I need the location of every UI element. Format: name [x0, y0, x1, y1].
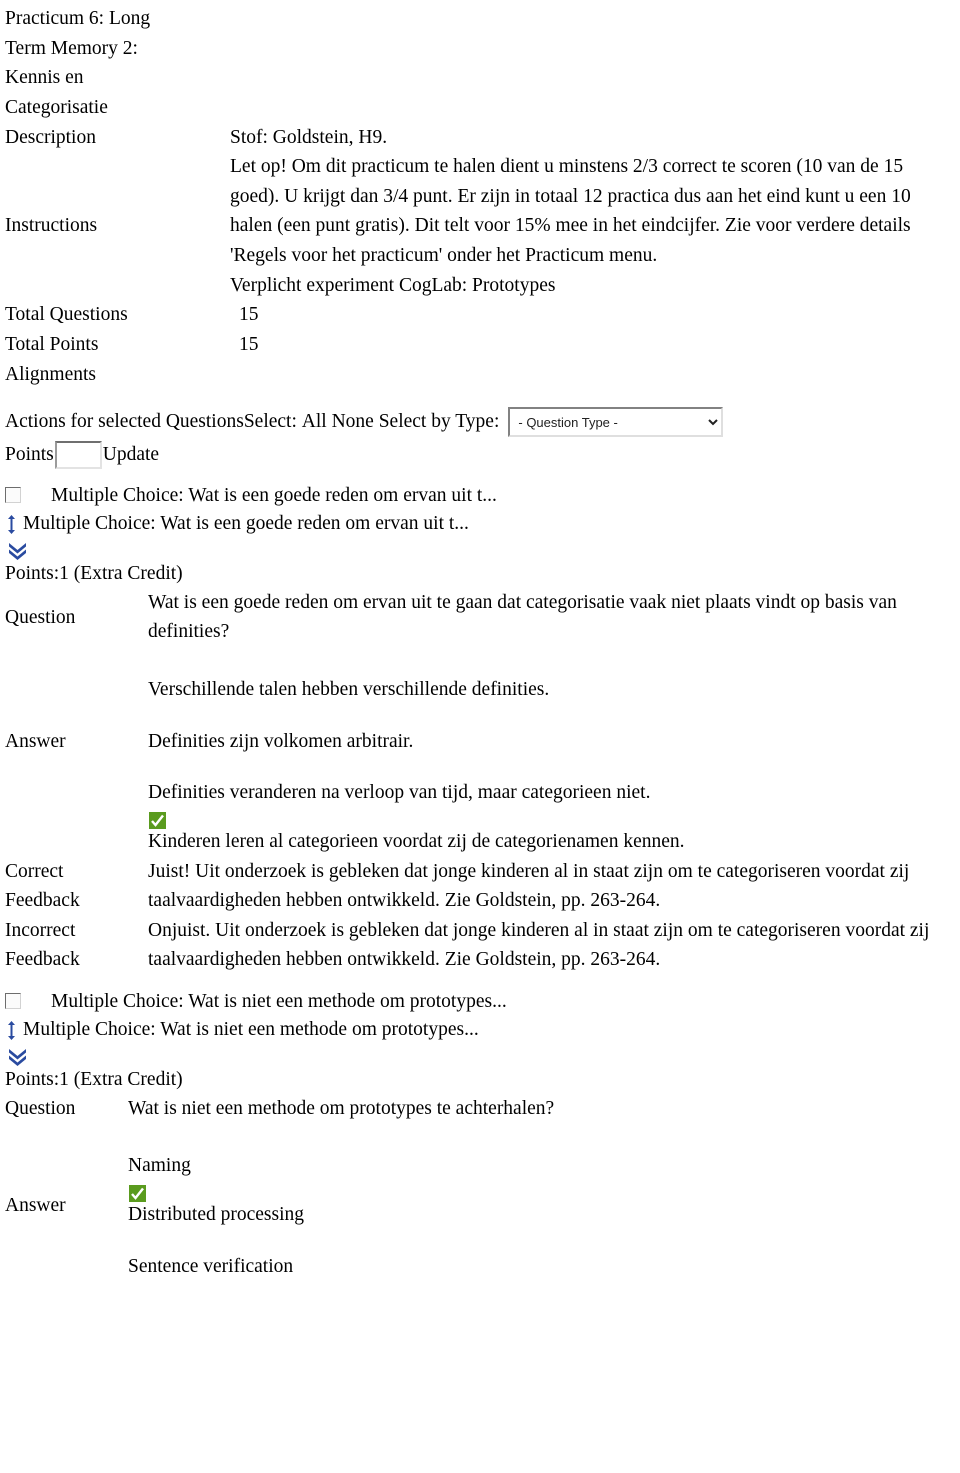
alignments-label: Alignments: [5, 363, 96, 385]
answer-option-text: Distributed processing: [128, 1204, 305, 1226]
question-block: Multiple Choice: Wat is een goede reden …: [0, 483, 960, 975]
incorrect-feedback-label-line2: Feedback: [5, 949, 80, 971]
actions-toolbar: Actions for selected Questions Select: Al…: [0, 407, 960, 438]
correct-feedback-label-line1: Correct: [5, 860, 64, 882]
up-down-arrow-icon[interactable]: [5, 514, 18, 534]
answer-row-1: Verschillende talen hebben verschillende…: [0, 675, 960, 705]
question-reorder-row: Multiple Choice: Wat is een goede reden …: [0, 511, 960, 538]
page-title: Practicum 6: Long Term Memory 2: Kennis …: [0, 0, 220, 123]
question-text: Wat is een goede reden om ervan uit te g…: [148, 591, 897, 643]
question-block: Multiple Choice: Wat is niet een methode…: [0, 989, 960, 1281]
answer-option-text: Sentence verification: [128, 1255, 294, 1277]
question-label: Question: [5, 606, 76, 628]
description-value: Stof: Goldstein, H9.: [230, 126, 388, 148]
question-text: Wat is niet een methode om prototypes te…: [128, 1097, 555, 1119]
total-questions-value: 15: [239, 304, 259, 326]
answer-row-4: Kinderen leren al categorieen voordat zi…: [0, 808, 960, 857]
question-checkbox[interactable]: [5, 993, 21, 1010]
page-title-line: Categorisatie: [5, 96, 108, 118]
question-summary-title: Multiple Choice: Wat is een goede reden …: [51, 485, 497, 507]
page-title-line: Term Memory 2:: [5, 37, 138, 59]
incorrect-feedback-label: Incorrect Feedback: [0, 916, 148, 975]
select-label: Select:: [243, 410, 297, 432]
answer-row-1: Naming: [0, 1151, 960, 1181]
points-input[interactable]: [54, 441, 102, 470]
answer-option-correct: Distributed processing: [128, 1181, 933, 1230]
answer-label: Answer: [5, 1194, 66, 1216]
correct-feedback-label: Correct Feedback: [0, 857, 148, 916]
points-label: Points: [5, 443, 54, 465]
answer-option-text: Naming: [128, 1155, 191, 1177]
assessment-meta-table: Description Stof: Goldstein, H9. Instruc…: [0, 123, 960, 390]
answer-row-2: Answer Distributed processing: [0, 1181, 960, 1230]
instructions-extra-text: Verplicht experiment CogLab: Prototypes: [230, 274, 556, 296]
incorrect-feedback-label-line1: Incorrect: [5, 919, 76, 941]
green-check-icon: [149, 809, 166, 829]
question-reorder-row: Multiple Choice: Wat is niet een methode…: [0, 1017, 960, 1044]
up-down-arrow-icon[interactable]: [5, 1020, 18, 1040]
answer-option-text: Verschillende talen hebben verschillende…: [148, 679, 550, 701]
correct-feedback-text: Juist! Uit onderzoek is gebleken dat jon…: [148, 860, 910, 912]
question-text-row: Question Wat is een goede reden om ervan…: [0, 588, 960, 647]
meta-row-total-points: Total Points 15: [0, 330, 960, 360]
actions-label: Actions for selected Questions: [5, 410, 244, 432]
question-move-row: [0, 1043, 960, 1067]
question-reorder-title: Multiple Choice: Wat is niet een methode…: [23, 1019, 479, 1040]
instructions-label: Instructions: [5, 215, 98, 237]
description-label: Description: [5, 126, 96, 148]
answer-row-3: Definities veranderen na verloop van tij…: [0, 778, 960, 808]
instructions-value: Let op! Om dit practicum te halen dient …: [230, 152, 952, 300]
question-points-line: Points:1 (Extra Credit): [5, 562, 183, 584]
question-summary-title: Multiple Choice: Wat is niet een methode…: [51, 991, 507, 1013]
answer-row-2: Answer Definities zijn volkomen arbitrai…: [0, 727, 960, 757]
total-points-value: 15: [239, 333, 259, 355]
incorrect-feedback-row: Incorrect Feedback Onjuist. Uit onderzoe…: [0, 916, 960, 975]
select-none-link[interactable]: None: [332, 409, 374, 436]
page-root: Practicum 6: Long Term Memory 2: Kennis …: [0, 0, 960, 1281]
select-all-link[interactable]: All: [302, 409, 327, 436]
incorrect-feedback-text: Onjuist. Uit onderzoek is gebleken dat j…: [148, 919, 930, 971]
question-points-line: Points:1 (Extra Credit): [5, 1068, 183, 1090]
instructions-text: Let op! Om dit practicum te halen dient …: [230, 156, 911, 266]
meta-row-instructions: Instructions Let op! Om dit practicum te…: [0, 152, 960, 300]
answer-option-text: Definities zijn volkomen arbitrair.: [148, 730, 414, 752]
update-button[interactable]: Update: [103, 442, 159, 469]
question-checkbox[interactable]: [5, 487, 21, 504]
answer-label: Answer: [5, 730, 66, 752]
correct-feedback-row: Correct Feedback Juist! Uit onderzoek is…: [0, 857, 960, 916]
meta-row-alignments: Alignments: [0, 360, 960, 390]
answer-option-correct: Kinderen leren al categorieen voordat zi…: [148, 808, 953, 857]
question-reorder-title: Multiple Choice: Wat is een goede reden …: [23, 513, 469, 535]
page-title-line: Practicum 6: Long: [5, 8, 151, 29]
page-title-line: Kennis en: [5, 67, 84, 89]
total-questions-label: Total Questions: [5, 304, 128, 326]
double-chevron-down-icon[interactable]: [8, 1047, 27, 1067]
question-text-row: Question Wat is niet een methode om prot…: [0, 1094, 960, 1124]
question-select-row: Multiple Choice: Wat is niet een methode…: [0, 989, 960, 1016]
question-type-select[interactable]: - Question Type -: [508, 407, 724, 438]
meta-row-description: Description Stof: Goldstein, H9.: [0, 123, 960, 153]
total-points-label: Total Points: [5, 333, 99, 355]
question-select-row: Multiple Choice: Wat is een goede reden …: [0, 483, 960, 510]
question-move-row: [0, 537, 960, 561]
correct-feedback-label-line2: Feedback: [5, 890, 80, 912]
answer-option-text: Kinderen leren al categorieen voordat zi…: [148, 830, 685, 852]
answer-row-3: Sentence verification: [0, 1252, 960, 1282]
green-check-icon: [129, 1182, 146, 1203]
answer-option-text: Definities veranderen na verloop van tij…: [148, 782, 651, 804]
question-label: Question: [5, 1097, 76, 1119]
points-toolbar: Points Update: [0, 441, 960, 470]
select-by-type-label: Select by Type:: [378, 410, 500, 432]
meta-row-total-questions: Total Questions 15: [0, 300, 960, 330]
double-chevron-down-icon[interactable]: [8, 541, 27, 561]
